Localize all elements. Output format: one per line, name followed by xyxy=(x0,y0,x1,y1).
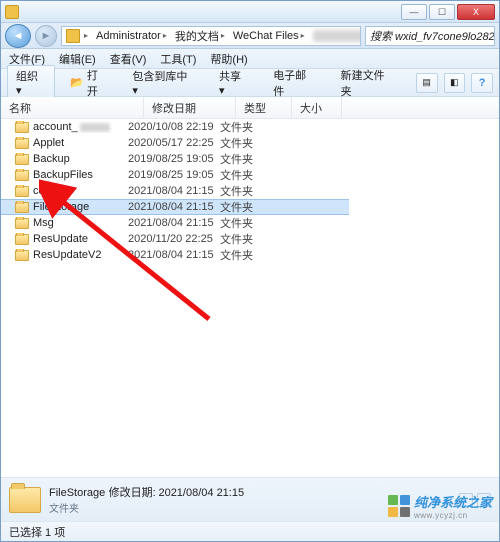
file-date: 2019/08/25 19:05 xyxy=(128,169,220,181)
file-row[interactable]: BackupFiles 2019/08/25 19:05文件夹 xyxy=(1,167,499,183)
arrow-left-icon: ◄ xyxy=(13,30,24,42)
explorer-window: — ☐ X ◄ ► ▸ Administrator▸ 我的文档▸ WeChat … xyxy=(0,0,500,542)
file-row[interactable]: Applet 2020/05/17 22:25文件夹 xyxy=(1,135,499,151)
file-name: Msg xyxy=(33,217,54,229)
file-row[interactable]: config 2021/08/04 21:15文件夹 xyxy=(1,183,499,199)
preview-pane-button[interactable]: ◧ xyxy=(444,73,466,93)
folder-icon xyxy=(15,154,29,165)
back-button[interactable]: ◄ xyxy=(5,24,31,48)
toolbar: 组织 ▾ 📂打开 包含到库中 ▾ 共享 ▾ 电子邮件 新建文件夹 ▤ ◧ ? xyxy=(1,69,499,97)
file-type: 文件夹 xyxy=(220,151,276,167)
file-date: 2021/08/04 21:15 xyxy=(128,217,220,229)
file-list[interactable]: account_2020/10/08 22:19文件夹Applet2020/05… xyxy=(1,119,499,477)
file-type: 文件夹 xyxy=(220,183,276,199)
help-icon: ? xyxy=(479,77,486,89)
folder-icon xyxy=(9,487,41,513)
forward-button[interactable]: ► xyxy=(35,25,57,47)
file-type: 文件夹 xyxy=(220,231,276,247)
file-name: config xyxy=(33,185,62,197)
pane-icon: ◧ xyxy=(450,77,459,88)
col-name[interactable]: 名称 xyxy=(1,97,144,118)
new-folder-button[interactable]: 新建文件夹 xyxy=(332,64,404,102)
file-type: 文件夹 xyxy=(220,199,276,215)
arrow-right-icon: ► xyxy=(41,30,52,42)
file-row[interactable]: ResUpdateV2 2021/08/04 21:15文件夹 xyxy=(1,247,499,263)
file-name: ResUpdateV2 xyxy=(33,249,102,261)
folder-icon xyxy=(15,234,29,245)
breadcrumb-item-redacted[interactable] xyxy=(313,30,361,42)
address-bar: ◄ ► ▸ Administrator▸ 我的文档▸ WeChat Files▸… xyxy=(1,23,499,49)
file-name: Applet xyxy=(33,137,64,149)
col-type[interactable]: 类型 xyxy=(236,97,292,118)
view-icon: ▤ xyxy=(422,77,431,88)
redacted-text xyxy=(80,123,110,132)
details-type: 文件夹 xyxy=(49,500,244,515)
folder-icon xyxy=(15,170,29,181)
watermark-brand: 纯净系统之家 xyxy=(414,492,492,511)
file-type: 文件夹 xyxy=(220,247,276,263)
share-button[interactable]: 共享 ▾ xyxy=(210,65,258,100)
details-name: FileStorage xyxy=(49,487,105,499)
file-date: 2019/08/25 19:05 xyxy=(128,153,220,165)
search-placeholder: 搜索 wxid_fv7cone9lo2821 xyxy=(370,28,495,44)
col-date[interactable]: 修改日期 xyxy=(144,97,236,118)
file-date: 2020/11/20 22:25 xyxy=(128,233,220,245)
file-name: ResUpdate xyxy=(33,233,88,245)
maximize-button[interactable]: ☐ xyxy=(429,4,455,20)
file-type: 文件夹 xyxy=(220,215,276,231)
file-row[interactable]: Backup 2019/08/25 19:05文件夹 xyxy=(1,151,499,167)
breadcrumb[interactable]: ▸ Administrator▸ 我的文档▸ WeChat Files▸ ▸ xyxy=(61,26,361,46)
folder-icon xyxy=(5,5,19,19)
file-date: 2021/08/04 21:15 xyxy=(128,201,220,213)
watermark-logo-icon xyxy=(388,495,410,517)
breadcrumb-item[interactable]: Administrator xyxy=(96,30,161,42)
file-row[interactable]: account_ 2020/10/08 22:19文件夹 xyxy=(1,119,499,135)
folder-icon xyxy=(15,218,29,229)
status-bar: 已选择 1 项 xyxy=(1,521,499,541)
file-row[interactable]: ResUpdate 2020/11/20 22:25文件夹 xyxy=(1,231,499,247)
window-controls: — ☐ X xyxy=(401,4,495,20)
column-headers: 名称 修改日期 类型 大小 xyxy=(1,97,499,119)
help-button[interactable]: ? xyxy=(471,73,493,93)
file-name: BackupFiles xyxy=(33,169,93,181)
file-date: 2020/10/08 22:19 xyxy=(128,121,220,133)
folder-icon xyxy=(15,138,29,149)
file-name: Backup xyxy=(33,153,70,165)
file-row[interactable]: Msg 2021/08/04 21:15文件夹 xyxy=(1,215,499,231)
file-name: account_ xyxy=(33,121,78,133)
file-type: 文件夹 xyxy=(220,119,276,135)
file-name: FileStorage xyxy=(33,201,89,213)
folder-icon xyxy=(15,122,29,133)
status-text: 已选择 1 项 xyxy=(9,524,65,540)
close-button[interactable]: X xyxy=(457,4,495,20)
folder-icon xyxy=(15,186,29,197)
search-input[interactable]: 搜索 wxid_fv7cone9lo2821 xyxy=(365,26,495,46)
file-date: 2020/05/17 22:25 xyxy=(128,137,220,149)
watermark-url: www.ycyzj.cn xyxy=(414,511,492,520)
file-date: 2021/08/04 21:15 xyxy=(128,185,220,197)
folder-icon xyxy=(15,202,29,213)
watermark: 纯净系统之家 www.ycyzj.cn xyxy=(388,492,492,520)
breadcrumb-item[interactable]: WeChat Files xyxy=(233,30,299,42)
file-type: 文件夹 xyxy=(220,135,276,151)
col-size[interactable]: 大小 xyxy=(292,97,342,118)
organize-button[interactable]: 组织 ▾ xyxy=(7,65,55,100)
titlebar[interactable]: — ☐ X xyxy=(1,1,499,23)
include-library-button[interactable]: 包含到库中 ▾ xyxy=(123,65,204,100)
minimize-button[interactable]: — xyxy=(401,4,427,20)
folder-icon xyxy=(66,29,80,43)
file-type: 文件夹 xyxy=(220,167,276,183)
open-icon: 📂 xyxy=(70,76,84,89)
file-row[interactable]: FileStorage 2021/08/04 21:15文件夹 xyxy=(1,199,349,215)
file-date: 2021/08/04 21:15 xyxy=(128,249,220,261)
email-button[interactable]: 电子邮件 xyxy=(264,64,325,102)
folder-icon xyxy=(15,250,29,261)
breadcrumb-item[interactable]: 我的文档 xyxy=(175,28,219,44)
view-options-button[interactable]: ▤ xyxy=(416,73,438,93)
open-button[interactable]: 📂打开 xyxy=(61,64,117,102)
